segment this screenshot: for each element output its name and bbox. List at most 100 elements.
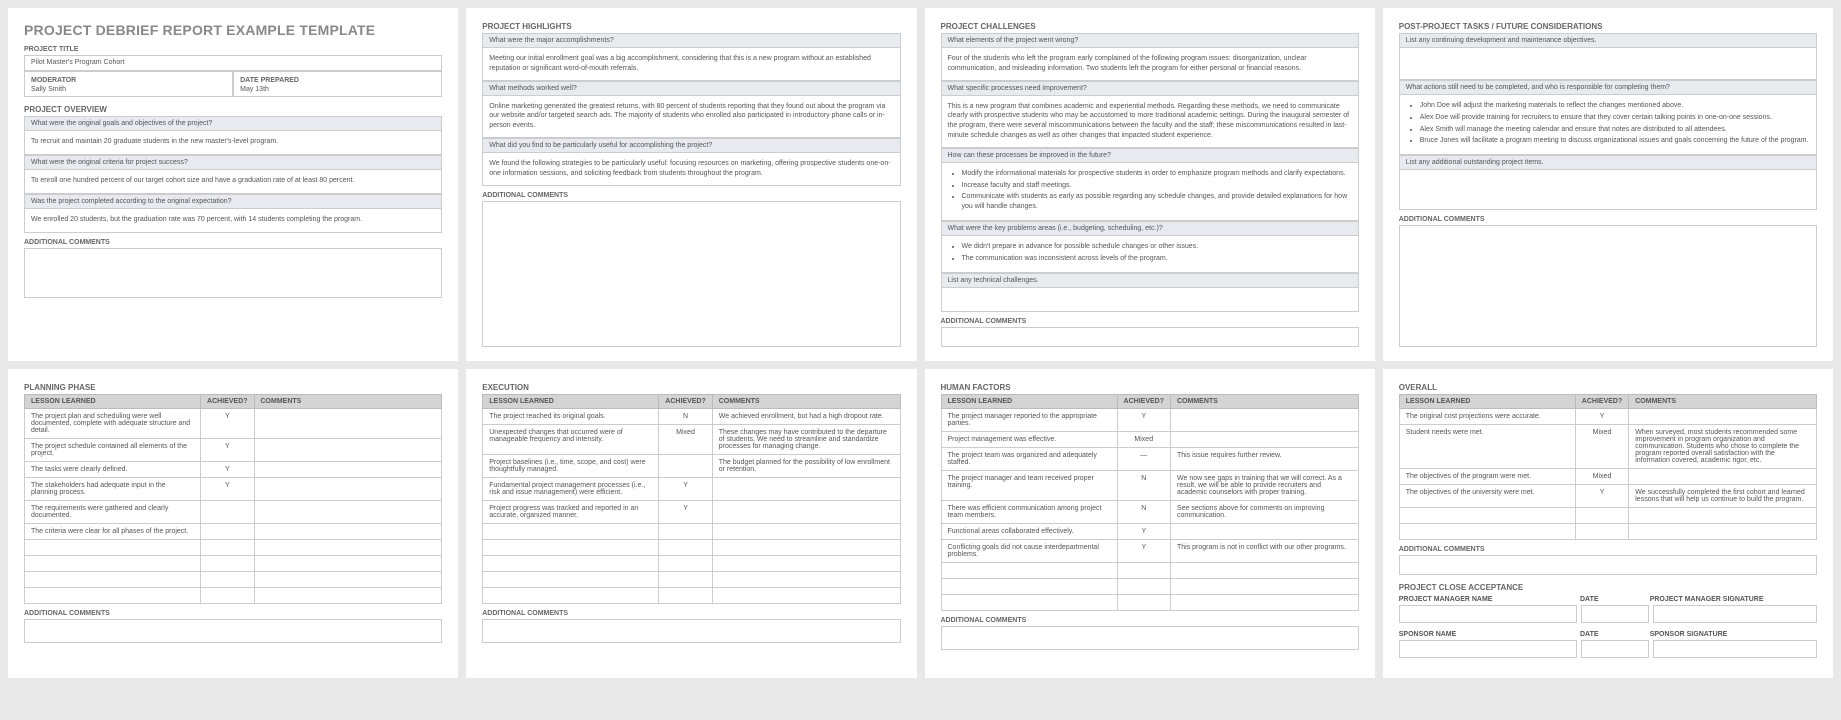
- p7-comments-box[interactable]: [941, 626, 1359, 650]
- table-row-empty: [25, 587, 442, 603]
- table-row-empty: [25, 571, 442, 587]
- cell-lesson: Unexpected changes that occurred were of…: [483, 424, 659, 454]
- cell-lesson: Student needs were met.: [1399, 424, 1575, 468]
- col-achieved: ACHIEVED?: [201, 394, 254, 408]
- table-row-empty: [941, 578, 1358, 594]
- sponsor-name-input[interactable]: [1399, 640, 1577, 658]
- cell-comments: [254, 477, 442, 500]
- cell-achieved: Y: [1117, 523, 1170, 539]
- list-item: Alex Doe will provide training for recru…: [1420, 113, 1810, 123]
- p7-comments-label: Additional Comments: [941, 615, 1359, 626]
- p2-comments-box[interactable]: [482, 201, 900, 347]
- p1-a1: To recruit and maintain 20 graduate stud…: [24, 131, 442, 155]
- pm-date-input[interactable]: [1581, 605, 1649, 623]
- pm-sig-input[interactable]: [1653, 605, 1817, 623]
- table-row-empty: [483, 539, 900, 555]
- cell-achieved: Y: [201, 477, 254, 500]
- p2-comments-label: Additional Comments: [482, 190, 900, 201]
- table-row-empty: [25, 555, 442, 571]
- sponsor-sig-input[interactable]: [1653, 640, 1817, 658]
- pm-name-input[interactable]: [1399, 605, 1577, 623]
- cell-comments: [712, 477, 900, 500]
- post-project-header: POST-PROJECT TASKS / FUTURE CONSIDERATIO…: [1399, 22, 1817, 31]
- sponsor-sig-label: SPONSOR SIGNATURE: [1650, 629, 1817, 640]
- table-row: The objectives of the university were me…: [1399, 484, 1816, 507]
- cell-achieved: Y: [201, 461, 254, 477]
- project-title-value: Pilot Master's Program Cohort: [24, 55, 442, 71]
- project-title-label: PROJECT TITLE: [24, 44, 442, 55]
- table-row-empty: [483, 571, 900, 587]
- p3-a5[interactable]: [941, 288, 1359, 312]
- p3-a3: Modify the informational materials for p…: [941, 163, 1359, 221]
- cell-lesson: Project management was effective.: [941, 431, 1117, 447]
- cell-achieved: N: [659, 408, 712, 424]
- list-item: We didn't prepare in advance for possibl…: [962, 242, 1352, 252]
- cell-achieved: Mixed: [659, 424, 712, 454]
- cell-achieved: Y: [1117, 408, 1170, 431]
- page-3: PROJECT CHALLENGES What elements of the …: [925, 8, 1375, 361]
- p6-comments-box[interactable]: [482, 619, 900, 643]
- p5-comments-label: Additional Comments: [24, 608, 442, 619]
- table-row: The project manager and team received pr…: [941, 470, 1358, 500]
- cell-achieved: Mixed: [1575, 424, 1628, 468]
- page-8: OVERALL LESSON LEARNED ACHIEVED? COMMENT…: [1383, 369, 1833, 678]
- table-row: The objectives of the program were met.M…: [1399, 468, 1816, 484]
- list-item: Bruce Jones will facilitate a program me…: [1420, 136, 1810, 146]
- sponsor-date-label: DATE: [1580, 629, 1650, 640]
- p2-q2: What methods worked well?: [482, 81, 900, 96]
- p3-comments-box[interactable]: [941, 327, 1359, 347]
- page-4: POST-PROJECT TASKS / FUTURE CONSIDERATIO…: [1383, 8, 1833, 361]
- col-comments: COMMENTS: [712, 394, 900, 408]
- table-row-empty: [483, 587, 900, 603]
- p2-a3: We found the following strategies to be …: [482, 153, 900, 186]
- cell-comments: [254, 500, 442, 523]
- p5-comments-box[interactable]: [24, 619, 442, 643]
- p4-q1: List any continuing development and main…: [1399, 33, 1817, 48]
- cell-lesson: Project baselines (i.e., time, scope, an…: [483, 454, 659, 477]
- p1-q2: What were the original criteria for proj…: [24, 155, 442, 170]
- cell-lesson: The tasks were clearly defined.: [25, 461, 201, 477]
- p4-q2: What actions still need to be completed,…: [1399, 80, 1817, 95]
- table-row-empty: [941, 594, 1358, 610]
- cell-comments: [712, 500, 900, 523]
- moderator-label: MODERATOR: [31, 75, 226, 86]
- project-challenges-header: PROJECT CHALLENGES: [941, 22, 1359, 31]
- table-row: Fundamental project management processes…: [483, 477, 900, 500]
- table-row: Project progress was tracked and reporte…: [483, 500, 900, 523]
- cell-comments: [254, 523, 442, 539]
- p2-q1: What were the major accomplishments?: [482, 33, 900, 48]
- p2-a2: Online marketing generated the greatest …: [482, 96, 900, 138]
- sponsor-date-input[interactable]: [1581, 640, 1649, 658]
- p8-comments-label: Additional Comments: [1399, 544, 1817, 555]
- overall-table: LESSON LEARNED ACHIEVED? COMMENTS The or…: [1399, 394, 1817, 540]
- p1-comments-label: Additional Comments: [24, 237, 442, 248]
- cell-lesson: The project manager and team received pr…: [941, 470, 1117, 500]
- cell-lesson: The project reached its original goals.: [483, 408, 659, 424]
- p4-a1[interactable]: [1399, 48, 1817, 80]
- table-row: Project management was effective.Mixed: [941, 431, 1358, 447]
- cell-achieved: N: [1117, 500, 1170, 523]
- cell-lesson: The project team was organized and adequ…: [941, 447, 1117, 470]
- p4-comments-box[interactable]: [1399, 225, 1817, 346]
- cell-achieved: Y: [1117, 539, 1170, 562]
- human-factors-table: LESSON LEARNED ACHIEVED? COMMENTS The pr…: [941, 394, 1359, 611]
- p4-a3[interactable]: [1399, 170, 1817, 210]
- table-row: Unexpected changes that occurred were of…: [483, 424, 900, 454]
- p1-comments-box[interactable]: [24, 248, 442, 298]
- p4-q3: List any additional outstanding project …: [1399, 155, 1817, 170]
- cell-comments: This issue requires further review.: [1171, 447, 1359, 470]
- table-row: The project reached its original goals.N…: [483, 408, 900, 424]
- pm-date-label: DATE: [1580, 594, 1650, 605]
- col-comments: COMMENTS: [1629, 394, 1817, 408]
- table-row: The original cost projections were accur…: [1399, 408, 1816, 424]
- p8-comments-box[interactable]: [1399, 555, 1817, 575]
- table-row: Functional areas collaborated effectivel…: [941, 523, 1358, 539]
- p3-q3: How can these processes be improved in t…: [941, 148, 1359, 163]
- cell-lesson: The criteria were clear for all phases o…: [25, 523, 201, 539]
- col-comments: COMMENTS: [1171, 394, 1359, 408]
- p3-comments-label: Additional Comments: [941, 316, 1359, 327]
- cell-comments: [1171, 523, 1359, 539]
- cell-achieved: Y: [659, 477, 712, 500]
- pages-grid: PROJECT DEBRIEF REPORT EXAMPLE TEMPLATE …: [8, 8, 1833, 678]
- cell-lesson: The objectives of the university were me…: [1399, 484, 1575, 507]
